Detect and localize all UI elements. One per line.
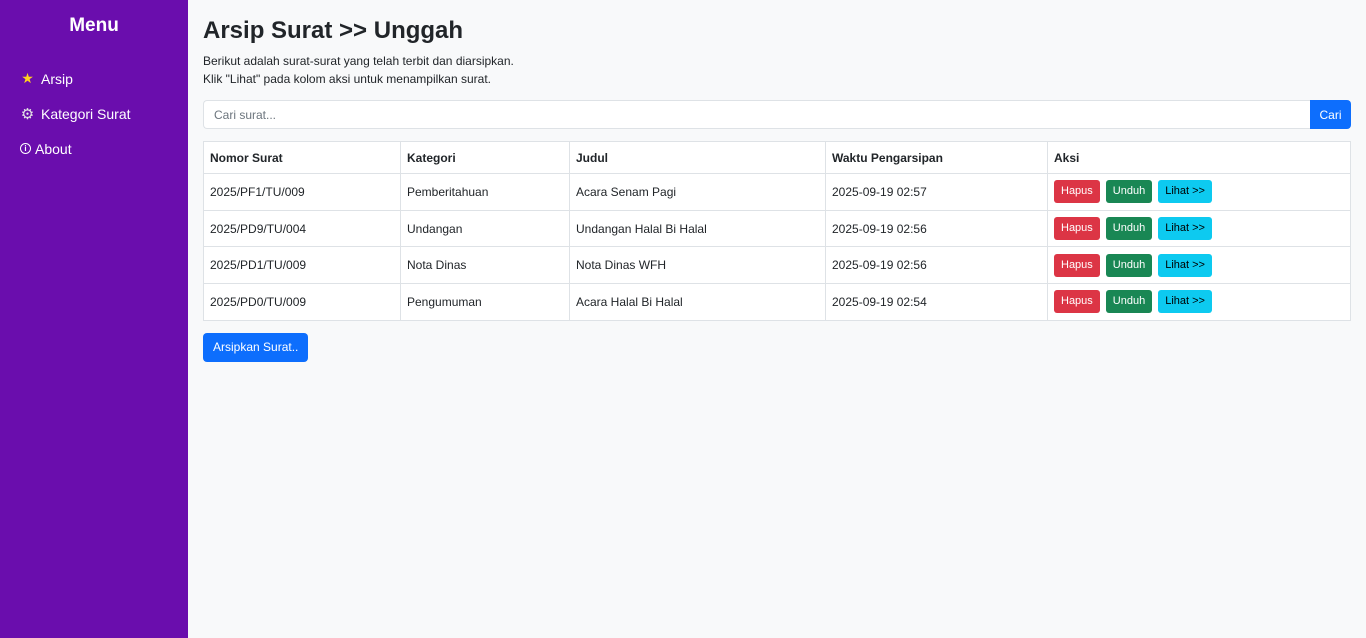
cell-aksi: Hapus Unduh Lihat >> — [1047, 173, 1351, 211]
view-button[interactable]: Lihat >> — [1158, 180, 1212, 204]
download-button[interactable]: Unduh — [1105, 217, 1153, 241]
cell-aksi: Hapus Unduh Lihat >> — [1047, 283, 1351, 321]
description-line: Klik "Lihat" pada kolom aksi untuk menam… — [203, 72, 491, 86]
archive-table: Nomor Surat Kategori Judul Waktu Pengars… — [203, 141, 1351, 321]
table-header-row: Nomor Surat Kategori Judul Waktu Pengars… — [203, 141, 1351, 174]
cell-kategori: Nota Dinas — [400, 246, 570, 285]
description-line: Berikut adalah surat-surat yang telah te… — [203, 54, 514, 68]
cell-waktu: 2025-09-19 02:57 — [825, 173, 1048, 211]
sidebar-nav: ★ Arsip ⚙ Kategori Surat i About — [0, 61, 188, 166]
view-button[interactable]: Lihat >> — [1158, 253, 1212, 277]
sidebar-item-label: About — [35, 140, 72, 157]
table-row: 2025/PD0/TU/009 Pengumuman Acara Halal B… — [203, 283, 1351, 321]
delete-button[interactable]: Hapus — [1054, 253, 1100, 277]
download-button[interactable]: Unduh — [1105, 180, 1153, 204]
table-row: 2025/PD9/TU/004 Undangan Undangan Halal … — [203, 209, 1351, 248]
sidebar-item-label: Arsip — [41, 70, 73, 87]
delete-button[interactable]: Hapus — [1054, 217, 1100, 241]
search-button[interactable]: Cari — [1310, 100, 1351, 129]
delete-button[interactable]: Hapus — [1054, 180, 1100, 204]
page-description: Berikut adalah surat-surat yang telah te… — [203, 52, 1351, 88]
main-content: Arsip Surat >> Unggah Berikut adalah sur… — [203, 0, 1351, 362]
cell-nomor: 2025/PD1/TU/009 — [203, 246, 401, 285]
cell-kategori: Pengumuman — [400, 283, 570, 321]
column-header: Judul — [569, 141, 826, 174]
cell-aksi: Hapus Unduh Lihat >> — [1047, 246, 1351, 285]
sidebar: Menu ★ Arsip ⚙ Kategori Surat i About — [0, 0, 188, 638]
column-header: Aksi — [1047, 141, 1351, 174]
table-row: 2025/PF1/TU/009 Pemberitahuan Acara Sena… — [203, 173, 1351, 211]
cell-judul: Acara Halal Bi Halal — [569, 283, 826, 321]
cell-nomor: 2025/PF1/TU/009 — [203, 173, 401, 211]
delete-button[interactable]: Hapus — [1054, 290, 1100, 314]
search-input[interactable] — [203, 100, 1310, 129]
gear-icon: ⚙ — [20, 105, 35, 123]
column-header: Kategori — [400, 141, 570, 174]
column-header: Waktu Pengarsipan — [825, 141, 1048, 174]
column-header: Nomor Surat — [203, 141, 401, 174]
cell-judul: Undangan Halal Bi Halal — [569, 209, 826, 248]
cell-kategori: Pemberitahuan — [400, 173, 570, 211]
cell-judul: Nota Dinas WFH — [569, 246, 826, 285]
sidebar-item-about[interactable]: i About — [0, 131, 188, 166]
archive-letter-button[interactable]: Arsipkan Surat.. — [203, 332, 309, 362]
table-row: 2025/PD1/TU/009 Nota Dinas Nota Dinas WF… — [203, 246, 1351, 285]
search-bar: Cari — [203, 100, 1351, 129]
page-title: Arsip Surat >> Unggah — [203, 17, 464, 44]
sidebar-item-kategori-surat[interactable]: ⚙ Kategori Surat — [0, 96, 188, 131]
download-button[interactable]: Unduh — [1105, 253, 1153, 277]
cell-waktu: 2025-09-19 02:56 — [825, 209, 1048, 248]
cell-waktu: 2025-09-19 02:56 — [825, 246, 1048, 285]
sidebar-item-label: Kategori Surat — [41, 105, 131, 122]
sidebar-item-arsip[interactable]: ★ Arsip — [0, 61, 188, 96]
sidebar-title: Menu — [69, 15, 119, 36]
info-icon: i — [20, 143, 31, 154]
view-button[interactable]: Lihat >> — [1158, 290, 1212, 314]
download-button[interactable]: Unduh — [1105, 290, 1153, 314]
star-icon: ★ — [21, 70, 34, 86]
cell-judul: Acara Senam Pagi — [569, 173, 826, 211]
cell-kategori: Undangan — [400, 209, 570, 248]
cell-waktu: 2025-09-19 02:54 — [825, 283, 1048, 321]
cell-aksi: Hapus Unduh Lihat >> — [1047, 209, 1351, 248]
cell-nomor: 2025/PD9/TU/004 — [203, 209, 401, 248]
cell-nomor: 2025/PD0/TU/009 — [203, 283, 401, 321]
view-button[interactable]: Lihat >> — [1158, 217, 1212, 241]
